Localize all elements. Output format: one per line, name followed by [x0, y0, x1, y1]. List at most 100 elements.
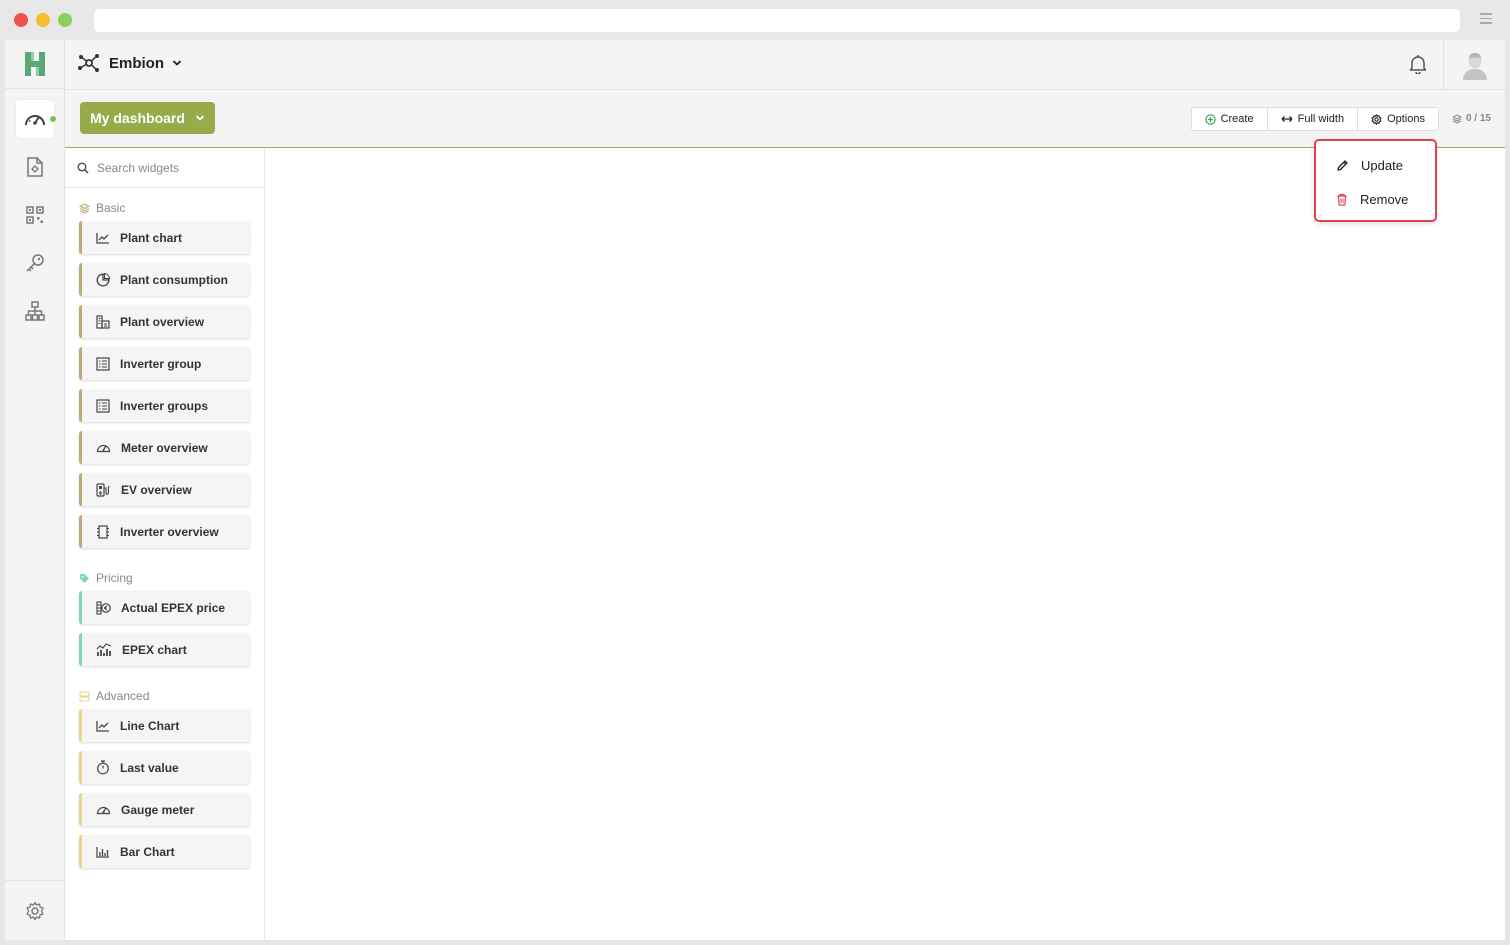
coins-icon [96, 600, 111, 615]
bar-chart-icon [96, 846, 109, 858]
widget-label: Last value [120, 760, 179, 775]
org-switcher[interactable]: Embion [77, 53, 182, 73]
section-label: Basic [96, 201, 126, 215]
widget-bar-chart[interactable]: Bar Chart [79, 835, 250, 868]
widget-gauge-meter[interactable]: Gauge meter [79, 793, 250, 826]
chip-icon [97, 524, 109, 539]
widget-inverter-group[interactable]: Inverter group [79, 347, 250, 380]
section-pricing: Pricing [79, 571, 133, 585]
widget-inverter-groups[interactable]: Inverter groups [79, 389, 250, 422]
search-icon [77, 161, 89, 174]
widget-label: Plant overview [120, 314, 205, 329]
browser-menu-icon[interactable] [1480, 13, 1492, 25]
dashboard-selector[interactable]: My dashboard [80, 102, 215, 134]
widget-label: Plant consumption [120, 272, 228, 287]
plus-circle-icon [1204, 113, 1216, 125]
app-logo[interactable] [5, 40, 65, 89]
search-input[interactable] [97, 160, 257, 175]
chevron-down-icon [172, 60, 182, 66]
widget-label: Bar Chart [120, 844, 175, 859]
rail-access[interactable] [16, 244, 54, 282]
section-label: Pricing [96, 571, 133, 585]
list-icon [96, 356, 110, 371]
bell-icon [1409, 55, 1427, 74]
browser-chrome [0, 0, 1510, 40]
network-icon [78, 54, 99, 72]
section-advanced: Advanced [79, 689, 149, 703]
bar-line-icon [96, 642, 112, 656]
options-button[interactable]: Options [1358, 108, 1438, 130]
rail-reports[interactable] [16, 148, 54, 186]
window-minimize-button[interactable] [36, 13, 50, 27]
widget-plant-consumption[interactable]: Plant consumption [79, 263, 250, 296]
widget-plant-chart[interactable]: Plant chart [79, 221, 250, 254]
address-bar[interactable] [94, 9, 1460, 32]
create-label: Create [1220, 113, 1254, 125]
widget-count: 0 / 15 [1465, 113, 1491, 124]
building-icon [96, 314, 110, 329]
full-width-button[interactable]: Full width [1268, 108, 1359, 130]
gear-icon [1371, 113, 1382, 125]
dashboard-name: My dashboard [90, 110, 185, 126]
dashboard-toolbar: My dashboard Create Full width Options 0… [65, 90, 1505, 148]
window-maximize-button[interactable] [58, 13, 72, 27]
widget-label: Inverter groups [120, 398, 209, 413]
layers-icon [1451, 113, 1462, 124]
full-width-label: Full width [1297, 113, 1345, 125]
report-icon [27, 157, 43, 177]
widget-actual-epex-price[interactable]: Actual EPEX price [79, 591, 250, 624]
app-window: Embion My dashboard Create Full width Op… [5, 40, 1505, 940]
chevron-down-icon [195, 115, 205, 121]
widget-label: Line Chart [120, 718, 180, 733]
widget-label: EPEX chart [122, 642, 187, 657]
remove-label: Remove [1360, 191, 1409, 207]
options-dropdown: Update Remove [1314, 139, 1437, 222]
pencil-icon [1337, 159, 1348, 171]
ev-charger-icon [96, 482, 110, 497]
rail-settings[interactable] [5, 880, 65, 940]
rail-hierarchy[interactable] [16, 292, 54, 330]
org-name: Embion [109, 54, 164, 72]
widget-counter: 0 / 15 [1451, 113, 1491, 124]
gauge-icon [96, 806, 111, 815]
rail-dashboard[interactable] [16, 100, 56, 138]
widget-plant-overview[interactable]: Plant overview [79, 305, 250, 338]
user-menu-button[interactable] [1443, 40, 1505, 89]
list-icon [96, 398, 110, 413]
widget-label: EV overview [121, 482, 192, 497]
widget-ev-overview[interactable]: EV overview [79, 473, 250, 506]
top-header: Embion [65, 40, 1505, 90]
options-label: Options [1387, 113, 1425, 125]
dashboard-canvas[interactable] [265, 148, 1505, 940]
section-label: Advanced [96, 689, 150, 703]
trash-icon [1337, 193, 1347, 206]
widget-meter-overview[interactable]: Meter overview [79, 431, 250, 464]
dashboard-actions: Create Full width Options [1190, 107, 1439, 131]
window-close-button[interactable] [14, 13, 28, 27]
left-rail [5, 40, 65, 940]
widget-panel: Basic Plant chart Plant consumption Plan… [65, 148, 265, 940]
update-menu-item[interactable]: Update [1316, 151, 1435, 179]
settings-icon [26, 901, 44, 920]
section-basic: Basic [79, 201, 125, 215]
server-icon [79, 690, 90, 702]
create-button[interactable]: Create [1192, 108, 1268, 130]
remove-menu-item[interactable]: Remove [1316, 185, 1435, 213]
widget-line-chart[interactable]: Line Chart [79, 709, 250, 742]
widget-last-value[interactable]: Last value [79, 751, 250, 784]
widget-epex-chart[interactable]: EPEX chart [79, 633, 250, 666]
update-label: Update [1361, 157, 1403, 173]
line-chart-icon [96, 232, 109, 244]
widget-inverter-overview[interactable]: Inverter overview [79, 515, 250, 548]
rail-devices[interactable] [16, 196, 54, 234]
notifications-button[interactable] [1409, 54, 1427, 74]
hierarchy-icon [25, 301, 45, 321]
dashboard-icon [25, 115, 45, 126]
tag-icon [80, 573, 89, 583]
widget-label: Meter overview [121, 440, 208, 455]
line-chart-icon [96, 720, 109, 732]
layers-icon [79, 202, 90, 214]
key-icon [26, 254, 44, 272]
arrows-horizontal-icon [1281, 116, 1293, 122]
qr-grid-icon [26, 206, 44, 224]
